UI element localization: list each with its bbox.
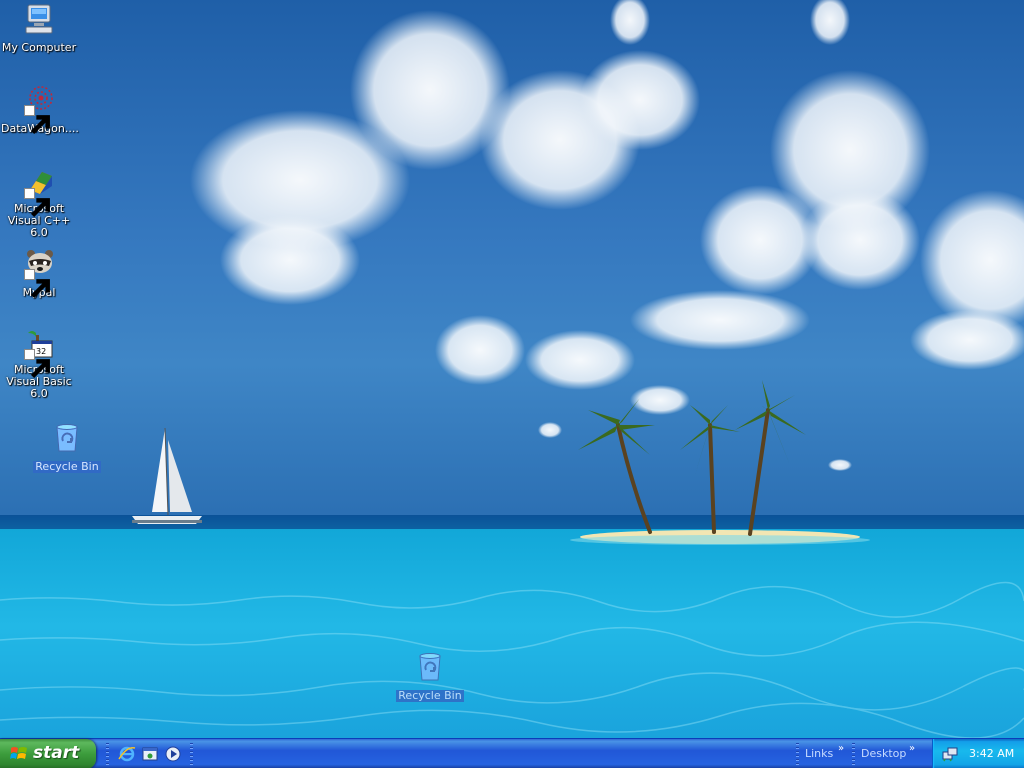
links-toolbar-label[interactable]: Links (805, 747, 833, 760)
start-label: start (33, 743, 80, 763)
visual-cpp-icon (22, 166, 56, 218)
taskbar-grip[interactable] (190, 743, 193, 765)
media-player-icon (165, 746, 181, 762)
quick-launch-grip[interactable] (106, 743, 109, 765)
shortcut-arrow-icon (24, 349, 50, 379)
windows-flag-icon (10, 747, 27, 759)
desktop-icon-mypal[interactable]: Mypal (1, 247, 77, 300)
recycle-bin-icon (50, 421, 84, 455)
desktop-icon-visual-cpp[interactable]: Microsoft Visual C++ 6.0 (1, 166, 77, 240)
shortcut-arrow-icon (24, 105, 50, 135)
taskbar-clock[interactable]: 3:42 AM (969, 747, 1014, 760)
show-desktop-icon (142, 747, 158, 761)
visual-basic-icon: 32 (22, 327, 56, 379)
desktop-icon-recycle-bin[interactable]: Recycle Bin (29, 421, 105, 474)
desktop-icon-label: My Computer (1, 41, 77, 54)
desktop-icon-visual-basic[interactable]: 32 Microsoft Visual Basic 6.0 (1, 327, 77, 401)
taskbar: start Links » Desktop » 3:42 AM (0, 738, 1024, 768)
recycle-bin-icon (413, 650, 447, 684)
desktop-icon-label: Recycle Bin (396, 689, 464, 702)
desktop-icon-label: Recycle Bin (33, 460, 101, 473)
desktop-toolbar-grip[interactable] (852, 743, 855, 765)
mypal-raccoon-icon (22, 247, 56, 299)
desktop[interactable]: My Computer DataWagon.... Microsoft Visu… (0, 0, 1024, 738)
shortcut-arrow-icon (24, 188, 50, 218)
links-toolbar-grip[interactable] (796, 743, 799, 765)
my-computer-icon (22, 2, 56, 36)
desktop-toolbar-label[interactable]: Desktop (861, 747, 906, 760)
datawagon-icon (22, 83, 56, 135)
wallpaper-tropical-island (0, 0, 1024, 738)
dragged-icon-recycle-bin[interactable]: Recycle Bin (392, 650, 468, 703)
internet-explorer-icon (118, 746, 136, 762)
quick-launch-media-player[interactable] (163, 744, 183, 764)
desktop-chevron-icon[interactable]: » (909, 743, 915, 754)
system-tray: 3:42 AM (932, 739, 1024, 768)
desktop-icon-my-computer[interactable]: My Computer (1, 2, 77, 55)
quick-launch-internet-explorer[interactable] (117, 744, 137, 764)
start-button[interactable]: start (0, 739, 96, 768)
shortcut-arrow-icon (24, 269, 50, 299)
links-chevron-icon[interactable]: » (838, 743, 844, 754)
desktop-icon-datawagon[interactable]: DataWagon.... (1, 83, 79, 136)
network-icon[interactable] (942, 746, 958, 762)
quick-launch-show-desktop[interactable] (140, 744, 160, 764)
